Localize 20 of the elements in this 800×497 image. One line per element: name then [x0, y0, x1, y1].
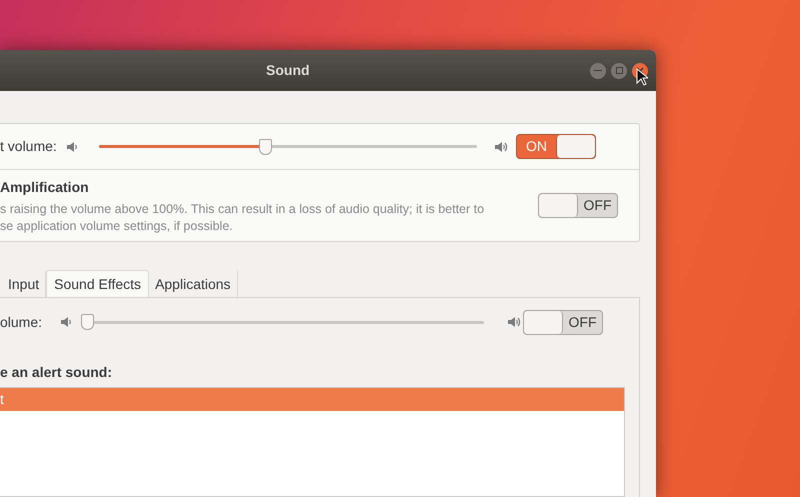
- speaker-quiet-icon: [60, 315, 74, 329]
- slider-thumb[interactable]: [81, 314, 94, 330]
- speaker-loud-icon: [494, 140, 508, 154]
- alert-sound-heading: e an alert sound:: [0, 363, 114, 382]
- maximize-button[interactable]: [611, 62, 627, 78]
- close-icon: [636, 66, 644, 74]
- toggle-switch[interactable]: OFF: [523, 310, 603, 334]
- toggle-switch[interactable]: OFF: [538, 193, 618, 218]
- slider-thumb[interactable]: [259, 138, 272, 154]
- speaker-quiet-icon: [66, 140, 80, 154]
- amplification-description: se application volume settings, if possible.: [0, 218, 234, 234]
- volume-label: t volume:: [0, 137, 58, 156]
- amplification-description: s raising the volume above 100%. This can result in a loss of audio quality; it is better to: [0, 200, 484, 218]
- window-title: Sound: [266, 61, 310, 80]
- volume-label: olume:: [0, 312, 44, 332]
- minimize-button[interactable]: [590, 62, 606, 78]
- amplification-title: Amplification: [0, 178, 90, 197]
- mouse-cursor-icon: [636, 68, 648, 86]
- tab[interactable]: Sound Effects: [46, 270, 150, 297]
- speaker-loud-icon: [507, 315, 521, 329]
